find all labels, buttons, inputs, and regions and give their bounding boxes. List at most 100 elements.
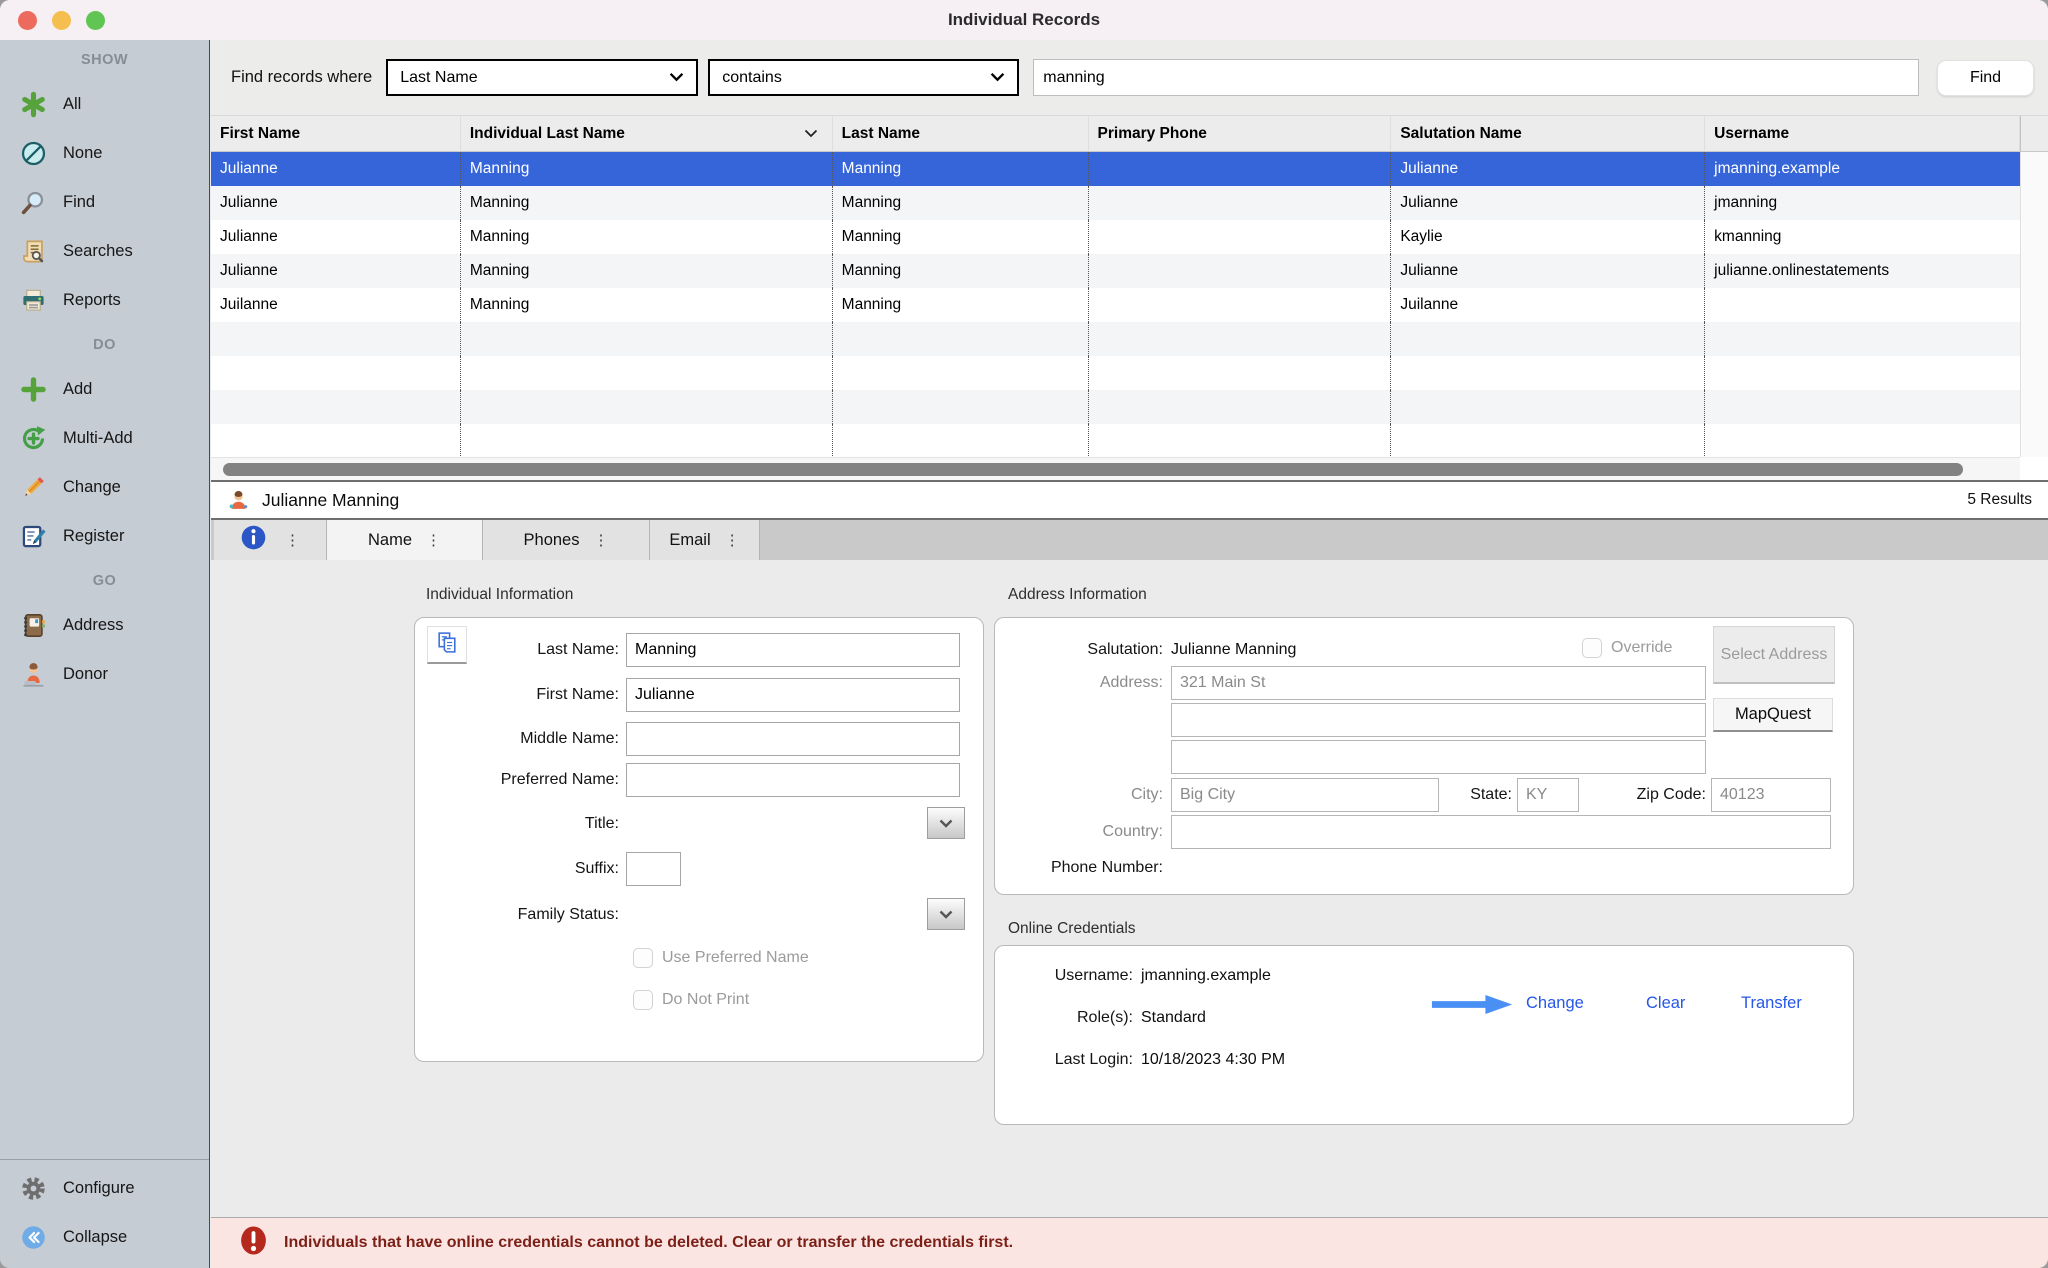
horizontal-scrollbar[interactable] xyxy=(211,457,2020,480)
tab-phones[interactable]: Phones⋮ xyxy=(483,520,650,560)
middle-name-input[interactable] xyxy=(626,722,960,756)
column-header-individual-last-name[interactable]: Individual Last Name xyxy=(461,116,833,151)
horizontal-scrollbar-thumb[interactable] xyxy=(223,463,1963,476)
sidebar-section-header: SHOW xyxy=(0,40,209,80)
city-input[interactable] xyxy=(1171,778,1439,812)
address-line1-input[interactable] xyxy=(1171,666,1706,700)
middle-name-label: Middle Name: xyxy=(426,730,626,748)
cell-individual-last-name xyxy=(461,322,833,356)
sidebar-item-configure[interactable]: Configure xyxy=(0,1164,209,1213)
sidebar-item-collapse[interactable]: Collapse xyxy=(0,1213,209,1262)
cell-last-name: Manning xyxy=(833,288,1089,322)
pointer-arrow-icon xyxy=(1430,993,1516,1021)
change-link[interactable]: Change xyxy=(1526,994,1584,1013)
column-header-label: Primary Phone xyxy=(1098,125,1207,143)
cell-first-name xyxy=(211,356,461,390)
sidebar-item-multi-add[interactable]: Multi-Add xyxy=(0,414,209,463)
search-query-input[interactable] xyxy=(1033,59,1919,96)
operator-select[interactable]: contains xyxy=(708,59,1019,96)
sidebar-item-reports[interactable]: Reports xyxy=(0,276,209,325)
column-header-first-name[interactable]: First Name xyxy=(211,116,461,151)
cell-salutation-name: Juilanne xyxy=(1391,288,1705,322)
cell-username xyxy=(1705,424,2020,457)
sidebar-item-label: None xyxy=(63,144,102,163)
cell-first-name: Juilanne xyxy=(211,288,461,322)
address-label: Address: xyxy=(998,671,1163,695)
column-header-last-name[interactable]: Last Name xyxy=(833,116,1089,151)
column-header-primary-phone[interactable]: Primary Phone xyxy=(1089,116,1392,151)
sidebar-item-label: Address xyxy=(63,616,124,635)
sidebar-item-add[interactable]: Add xyxy=(0,365,209,414)
tab-menu-dots[interactable]: ⋮ xyxy=(285,533,300,548)
suffix-label: Suffix: xyxy=(426,860,626,878)
column-header-label: Last Name xyxy=(842,125,920,143)
traffic-lights xyxy=(18,11,105,30)
transfer-link[interactable]: Transfer xyxy=(1741,994,1802,1013)
zip-code-input[interactable] xyxy=(1711,778,1831,812)
first-name-input[interactable] xyxy=(626,678,960,712)
table-row[interactable]: JulianneManningManningJuliannejmanning.e… xyxy=(211,152,2020,186)
sidebar-item-donor[interactable]: Donor xyxy=(0,650,209,699)
sidebar-item-all[interactable]: All xyxy=(0,80,209,129)
clear-link[interactable]: Clear xyxy=(1646,994,1685,1013)
tab-name[interactable]: Name⋮ xyxy=(327,520,483,560)
tab-menu-dots[interactable]: ⋮ xyxy=(593,533,608,548)
cell-primary-phone xyxy=(1089,254,1392,288)
sidebar-item-none[interactable]: None xyxy=(0,129,209,178)
select-address-button[interactable]: Select Address xyxy=(1713,626,1835,684)
none-icon xyxy=(18,140,48,168)
last-name-input[interactable] xyxy=(626,633,960,667)
use-preferred-name-checkbox[interactable] xyxy=(633,948,653,968)
sidebar-item-register[interactable]: Register xyxy=(0,512,209,561)
tab-info[interactable]: ⋮ xyxy=(214,520,327,560)
tab-email[interactable]: Email⋮ xyxy=(650,520,760,560)
family-status-dropdown-button[interactable] xyxy=(927,898,965,930)
address-line3-input[interactable] xyxy=(1171,740,1706,774)
close-window-button[interactable] xyxy=(18,11,37,30)
table-row[interactable]: JuilanneManningManningJuilanne xyxy=(211,288,2020,322)
sidebar-item-change[interactable]: Change xyxy=(0,463,209,512)
cell-username xyxy=(1705,322,2020,356)
vertical-scrollbar[interactable] xyxy=(2020,152,2048,457)
tab-menu-dots[interactable]: ⋮ xyxy=(426,533,441,548)
cell-salutation-name xyxy=(1391,390,1705,424)
country-input[interactable] xyxy=(1171,815,1831,849)
sidebar-item-searches[interactable]: Searches xyxy=(0,227,209,276)
online-credentials-title: Online Credentials xyxy=(1008,920,1136,938)
state-input[interactable] xyxy=(1517,778,1579,812)
mapquest-button[interactable]: MapQuest xyxy=(1713,698,1833,732)
cell-individual-last-name xyxy=(461,356,833,390)
preferred-name-input[interactable] xyxy=(626,763,960,797)
pencil-icon xyxy=(18,474,48,502)
sidebar-item-label: Add xyxy=(63,380,92,399)
table-row[interactable]: JulianneManningManningKayliekmanning xyxy=(211,220,2020,254)
column-header-username[interactable]: Username xyxy=(1705,116,2020,151)
table-row[interactable]: JulianneManningManningJuliannejmanning xyxy=(211,186,2020,220)
cell-username: jmanning.example xyxy=(1705,152,2020,186)
override-checkbox[interactable] xyxy=(1582,638,1602,658)
title-dropdown-button[interactable] xyxy=(927,807,965,839)
magnifier-icon xyxy=(18,189,48,217)
zoom-window-button[interactable] xyxy=(86,11,105,30)
tab-menu-dots[interactable]: ⋮ xyxy=(725,533,740,548)
suffix-input[interactable] xyxy=(626,852,681,886)
chevron-down-icon xyxy=(669,69,684,87)
table-row-empty xyxy=(211,390,2020,424)
sidebar-item-find[interactable]: Find xyxy=(0,178,209,227)
field-select[interactable]: Last Name xyxy=(386,59,698,96)
address-line2-input[interactable] xyxy=(1171,703,1706,737)
gear-icon xyxy=(18,1175,48,1203)
warning-bar: Individuals that have online credentials… xyxy=(211,1217,2048,1268)
cell-salutation-name xyxy=(1391,322,1705,356)
column-header-salutation-name[interactable]: Salutation Name xyxy=(1391,116,1705,151)
sidebar-item-label: Register xyxy=(63,527,124,546)
table-row[interactable]: JulianneManningManningJuliannejulianne.o… xyxy=(211,254,2020,288)
cell-last-name: Manning xyxy=(833,254,1089,288)
sidebar-item-address[interactable]: Address xyxy=(0,601,209,650)
do-not-print-checkbox[interactable] xyxy=(633,990,653,1010)
sidebar-sections: SHOWAllNoneFindSearchesReportsDOAddMulti… xyxy=(0,40,209,699)
find-button[interactable]: Find xyxy=(1937,60,2034,96)
preferred-name-label: Preferred Name: xyxy=(426,771,626,789)
minimize-window-button[interactable] xyxy=(52,11,71,30)
cell-primary-phone xyxy=(1089,220,1392,254)
